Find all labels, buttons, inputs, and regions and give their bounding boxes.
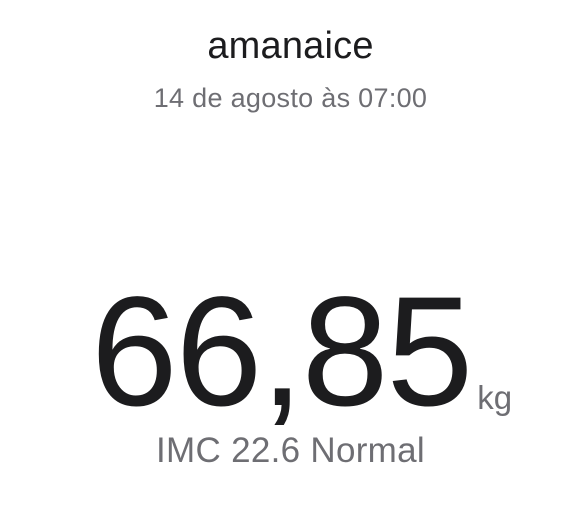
weight-display: 66,85 kg bbox=[0, 262, 581, 439]
measurement-detail-screen: amanaice 14 de agosto às 07:00 66,85 kg … bbox=[0, 0, 581, 509]
bmi-category: Normal bbox=[310, 431, 425, 470]
bmi-label: IMC bbox=[156, 431, 222, 470]
weight-unit: kg bbox=[477, 379, 513, 416]
weight-value: 66,85 bbox=[90, 265, 473, 439]
measurement-timestamp: 14 de agosto às 07:00 bbox=[153, 83, 428, 113]
bmi-summary: IMC 22.6 Normal bbox=[0, 430, 581, 472]
bmi-value: 22.6 bbox=[231, 431, 301, 470]
user-name: amanaice bbox=[207, 25, 374, 67]
